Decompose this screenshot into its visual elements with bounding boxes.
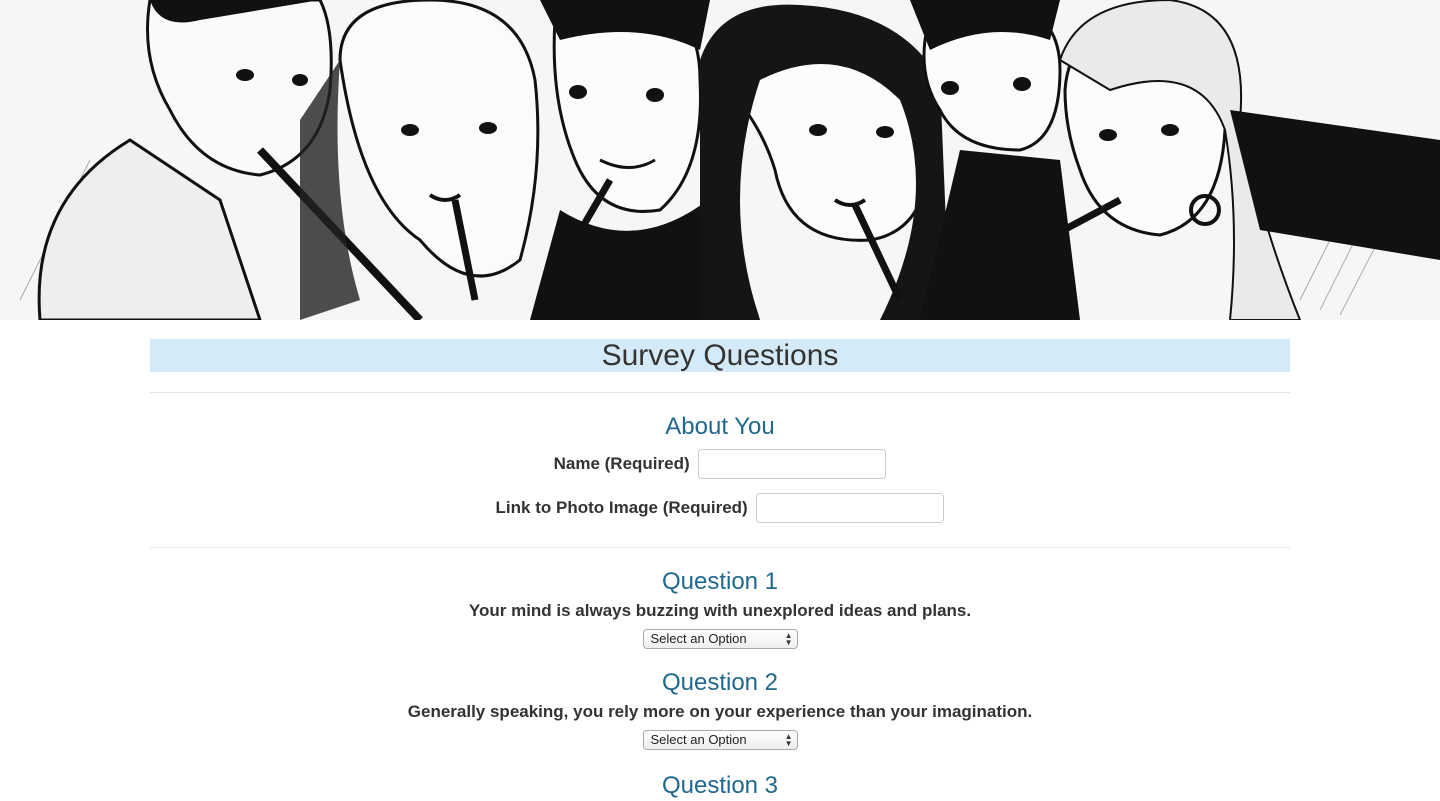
select-arrows-icon: ▲ ▼ xyxy=(784,732,793,748)
question-1-select-wrap: Select an Option ▲ ▼ xyxy=(150,629,1290,649)
question-2-select[interactable]: Select an Option ▲ ▼ xyxy=(642,730,798,750)
question-1-select[interactable]: Select an Option ▲ ▼ xyxy=(642,629,798,649)
photo-label: Link to Photo Image (Required) xyxy=(495,498,748,517)
question-3-heading: Question 3 xyxy=(661,772,779,799)
name-input[interactable] xyxy=(698,449,887,479)
question-1-heading: Question 1 xyxy=(661,568,779,595)
question-2-text: Generally speaking, you rely more on you… xyxy=(407,702,1033,721)
about-heading: About You xyxy=(665,413,775,440)
question-2-selected-value: Select an Option xyxy=(650,732,747,747)
friends-sketch-image xyxy=(0,0,1440,320)
hero-banner xyxy=(0,0,1440,320)
question-2-select-wrap: Select an Option ▲ ▼ xyxy=(150,730,1290,750)
name-row: Name (Required) xyxy=(150,449,1290,483)
name-label: Name (Required) xyxy=(553,454,690,473)
question-2-heading: Question 2 xyxy=(661,669,779,696)
question-1-selected-value: Select an Option xyxy=(650,631,747,646)
page-title: Survey Questions xyxy=(601,339,839,372)
photo-link-input[interactable] xyxy=(756,493,945,523)
question-1-text: Your mind is always buzzing with unexplo… xyxy=(468,601,972,620)
select-arrows-icon: ▲ ▼ xyxy=(784,631,793,647)
photo-row: Link to Photo Image (Required) xyxy=(150,493,1290,527)
divider xyxy=(150,392,1290,393)
survey-container: Survey Questions About You Name (Require… xyxy=(150,339,1290,800)
divider xyxy=(150,547,1290,548)
title-bar: Survey Questions xyxy=(150,339,1290,372)
